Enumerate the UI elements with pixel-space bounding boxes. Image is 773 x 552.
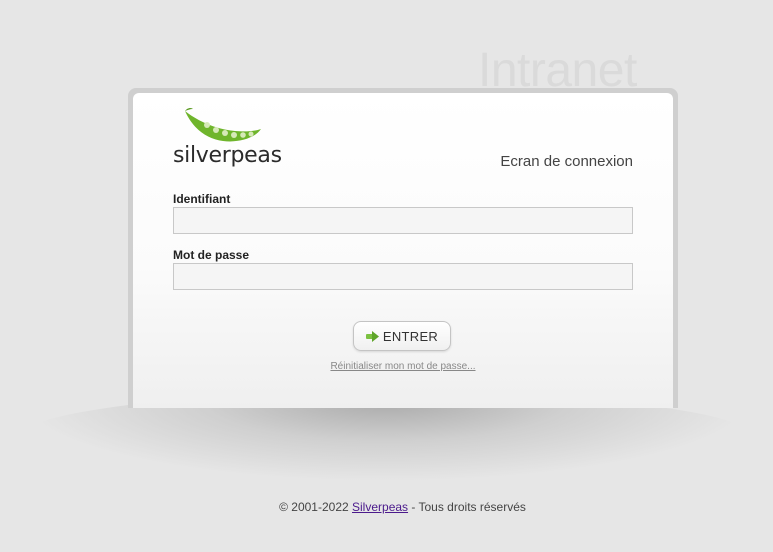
login-card: silverpeas Ecran de connexion Identifian… [133,93,673,408]
reset-password-link[interactable]: Réinitialiser mon mot de passe... [133,361,673,372]
enter-button[interactable]: ENTRER [353,321,451,351]
footer: © 2001-2022 Silverpeas - Tous droits rés… [0,500,773,514]
pea-pod-icon [185,107,261,142]
logo-text: silverpeas [173,143,282,168]
footer-copyright: © 2001-2022 [279,500,349,514]
login-page: Intranet silverpeas Ecran de connexion I… [0,0,773,552]
password-label: Mot de passe [173,248,250,262]
password-input[interactable] [173,263,633,290]
silverpeas-link[interactable]: Silverpeas [352,500,408,514]
silverpeas-logo: silverpeas [173,105,283,173]
username-input[interactable] [173,207,633,234]
screen-title: Ecran de connexion [500,153,633,170]
username-label: Identifiant [173,192,231,206]
enter-button-label: ENTRER [382,328,439,344]
footer-rights: - Tous droits réservés [411,500,526,514]
arrow-right-icon [365,330,379,342]
